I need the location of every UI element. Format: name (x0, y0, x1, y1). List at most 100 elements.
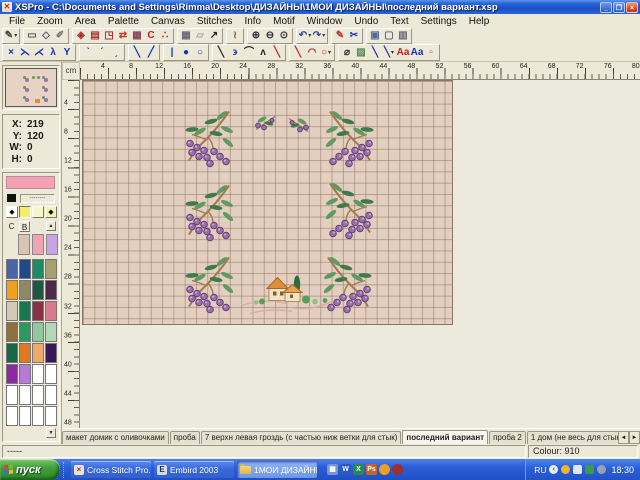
quicklaunch-media-icon[interactable] (392, 464, 403, 475)
branch-motif[interactable] (323, 180, 379, 247)
text-tool-navy-button[interactable]: Aa (410, 46, 424, 59)
scatter-tool-button[interactable]: ∴ (158, 30, 172, 43)
special-stitch-3-button[interactable]: ⌒ (242, 46, 256, 59)
half-stitch-forward-button[interactable]: ╱ (144, 46, 158, 59)
menu-window[interactable]: Window (301, 16, 349, 27)
quicklaunch-word-icon[interactable]: W (340, 464, 351, 475)
palette-swatch[interactable] (32, 259, 44, 279)
display-mode-button-button[interactable]: ▦ (179, 30, 193, 43)
quarter-stitch-2-button[interactable]: ˊ (95, 46, 109, 59)
palette-swatch[interactable] (19, 322, 31, 342)
motif-library-tool-button[interactable]: ◈ (74, 30, 88, 43)
undo-button-button[interactable]: ↶▾ (298, 30, 312, 43)
pattern-tab-0[interactable]: макет домик с оливочками (62, 431, 169, 444)
palette-column-swatch-0[interactable] (18, 234, 30, 255)
palette-swatch[interactable] (45, 322, 57, 342)
palette-swatch[interactable] (19, 406, 31, 426)
design-preview-thumbnail[interactable] (5, 68, 57, 107)
special-stitch-2-button[interactable]: ϶ (228, 46, 242, 59)
menu-help[interactable]: Help (463, 16, 496, 27)
pattern-tab-5[interactable]: 1 дом (не весь для стыковки) (527, 431, 618, 444)
pencil-tool-dropdown-icon[interactable]: ▾ (14, 33, 17, 39)
sprig-motif[interactable] (252, 112, 278, 139)
palette-scroll-down-button[interactable]: ▼ (46, 428, 56, 438)
palette-swatch[interactable] (6, 259, 18, 279)
menu-file[interactable]: File (3, 16, 31, 27)
special-stitch-4-button[interactable]: ʌ (256, 46, 270, 59)
redo-button-dropdown-icon[interactable]: ▾ (322, 33, 325, 39)
palette-swatch[interactable] (45, 406, 57, 426)
maximize-button[interactable]: ❐ (613, 2, 625, 13)
palette-swatch[interactable] (6, 364, 18, 384)
zoom-out-tool-button[interactable]: ⊖ (263, 30, 277, 43)
house-motif[interactable] (240, 270, 336, 321)
rect-select-tool-button[interactable]: ▭ (25, 30, 39, 43)
pattern-tab-2[interactable]: 7 верхн левая гроздь (с частью ниж ветки… (201, 431, 402, 444)
backstitch-tool-button[interactable]: ╲ (291, 46, 305, 59)
motif-stamp-tool-button[interactable]: ◳ (102, 30, 116, 43)
palette-swatch[interactable] (19, 280, 31, 300)
quarter-stitch-3-button[interactable]: ˏ (109, 46, 123, 59)
minimize-button[interactable]: _ (600, 2, 612, 13)
curve-stitch-tool-button[interactable]: ◠ (305, 46, 319, 59)
menu-text[interactable]: Text (384, 16, 414, 27)
export-button-button[interactable]: ▥ (396, 30, 410, 43)
palette-swatch[interactable] (32, 406, 44, 426)
palette-black-square[interactable] (7, 194, 16, 202)
quicklaunch-desktop-icon[interactable]: ▦ (327, 464, 338, 475)
french-knot-tool-button[interactable]: ○ (193, 46, 207, 59)
tray-chevron-icon[interactable]: ‹ (549, 465, 558, 474)
palette-swatch[interactable] (32, 280, 44, 300)
palette-swatch[interactable] (6, 406, 18, 426)
tray-app-icon[interactable] (573, 465, 582, 474)
special-stitch-1-button[interactable]: ╲ (214, 46, 228, 59)
palette-swatch[interactable] (6, 343, 18, 363)
palette-swatch[interactable] (19, 343, 31, 363)
branch-motif[interactable] (180, 108, 236, 175)
print-preview-button-button[interactable]: ▱ (193, 30, 207, 43)
taskbar-task[interactable]: ×Cross Stitch Pro... (71, 461, 151, 478)
palette-swatch[interactable] (32, 385, 44, 405)
circle-stitch-tool-dropdown-icon[interactable]: ▾ (328, 50, 331, 56)
palette-swatch[interactable] (19, 259, 31, 279)
half-cross-stitch-button[interactable]: λ (46, 46, 60, 59)
palette-swatch[interactable] (32, 343, 44, 363)
palette-swatch[interactable] (32, 301, 44, 321)
palette-swatch[interactable] (32, 322, 44, 342)
palette-column-c-button[interactable]: C (6, 221, 17, 232)
special-stitch-5-button[interactable]: ╲ (270, 46, 284, 59)
taskbar-task[interactable]: 1МОИ ДИЗАЙНЫ (237, 461, 317, 478)
palette-swatch[interactable] (45, 259, 57, 279)
full-cross-stitch-button[interactable]: × (4, 46, 18, 59)
bead-tool-button[interactable]: ● (179, 46, 193, 59)
import-image-button-button[interactable]: ▣ (368, 30, 382, 43)
design-canvas[interactable] (82, 80, 453, 325)
start-button[interactable]: пуск (0, 459, 60, 480)
palette-mode-diamond[interactable]: ◆ (6, 206, 18, 218)
taskbar-task[interactable]: EEmbird 2003 (154, 461, 234, 478)
menu-undo[interactable]: Undo (348, 16, 384, 27)
tray-antivirus-icon[interactable] (585, 465, 594, 474)
cut-tool-button[interactable]: ✂ (347, 30, 361, 43)
palette-column-swatch-2[interactable] (46, 234, 58, 255)
selection-frame-tool-button[interactable]: ▫ (424, 46, 438, 59)
palette-swatch[interactable] (32, 364, 44, 384)
palette-swatch[interactable] (19, 385, 31, 405)
tabs-scroll-left-button[interactable]: ◄ (618, 431, 629, 444)
palette-swatch[interactable] (45, 385, 57, 405)
palette-swatch[interactable] (45, 364, 57, 384)
tray-icq-icon[interactable] (561, 465, 570, 474)
menu-area[interactable]: Area (69, 16, 102, 27)
zoom-actual-tool-button[interactable]: ⊙ (277, 30, 291, 43)
palette-mode-diamond-2[interactable]: ◆ (45, 206, 57, 218)
circle-stitch-tool-button[interactable]: ○▾ (319, 46, 333, 59)
quicklaunch-icq-icon[interactable] (379, 464, 390, 475)
pen-tool-button[interactable]: ✎ (333, 30, 347, 43)
branch-motif[interactable] (323, 108, 379, 175)
redo-button-button[interactable]: ↷▾ (312, 30, 326, 43)
motif-pattern-tool-button[interactable]: ▦ (130, 30, 144, 43)
image-overlay-tool-button[interactable]: ▨ (354, 46, 368, 59)
sprig-motif[interactable] (286, 114, 312, 141)
close-button[interactable]: × (626, 2, 638, 13)
quicklaunch-excel-icon[interactable]: X (353, 464, 364, 475)
